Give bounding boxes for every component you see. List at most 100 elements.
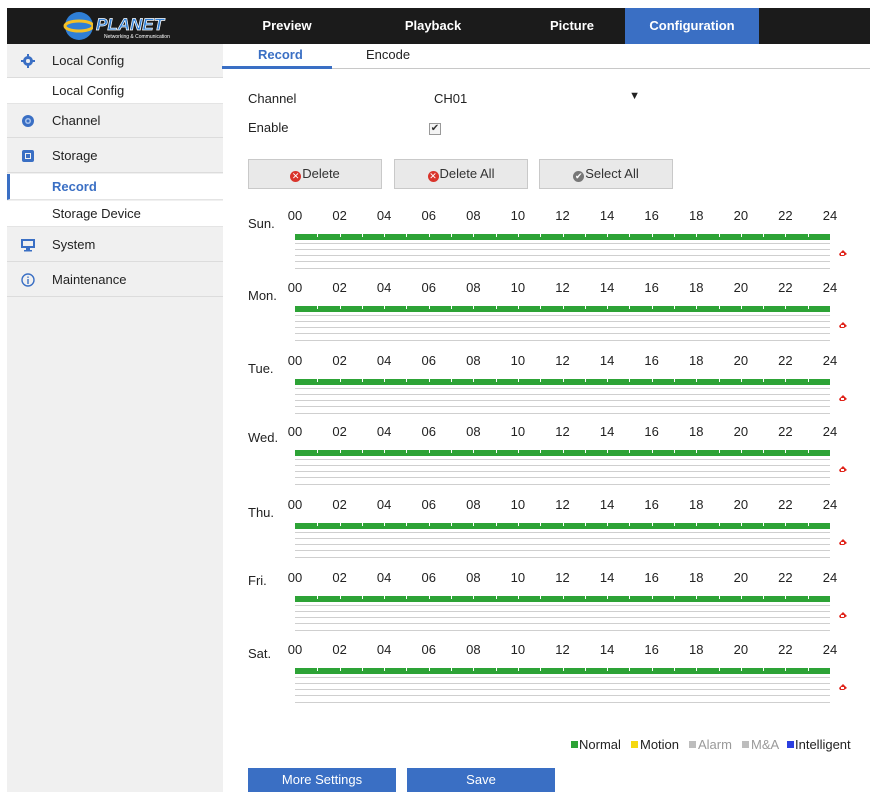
schedule-grid-line (295, 617, 830, 618)
schedule-hour-tick (540, 596, 542, 599)
schedule-hour-tick (495, 668, 497, 671)
select-all-button[interactable]: ✔ Select All (539, 159, 673, 189)
channel-select-value: CH01 (434, 91, 468, 106)
schedule-hour-tick (785, 523, 787, 526)
schedule-grid-line (295, 388, 830, 389)
schedule-hour-label: 06 (421, 280, 436, 295)
schedule-hour-tick (517, 234, 519, 237)
schedule-hour-label: 20 (733, 497, 749, 512)
schedule-hour-tick (763, 306, 765, 309)
eraser-icon[interactable] (838, 683, 848, 691)
schedule-hour-tick (317, 668, 319, 671)
eraser-icon[interactable] (838, 321, 848, 329)
tab-configuration[interactable]: Configuration (625, 8, 759, 44)
schedule-hour-tick (696, 668, 698, 671)
legend-alarm-swatch (689, 741, 696, 748)
schedule-hour-tick (406, 668, 408, 671)
more-settings-button[interactable]: More Settings (248, 768, 396, 792)
schedule-hour-tick (428, 596, 430, 599)
planet-logo: PLANET Networking & Communication (63, 12, 173, 40)
schedule-grid-line (295, 477, 830, 478)
schedule-hour-tick (361, 596, 363, 599)
schedule-hour-tick (540, 668, 542, 671)
sidebar-item-local-config[interactable]: Local Config (7, 44, 223, 78)
schedule-hour-tick (607, 596, 609, 599)
schedule-hour-label: 20 (733, 424, 749, 439)
schedule-hour-tick (562, 450, 564, 453)
tab-preview[interactable]: Preview (234, 8, 340, 44)
schedule-grid-line (295, 605, 830, 606)
sidebar-item-storage[interactable]: Storage (7, 139, 223, 173)
schedule-hour-label: 06 (421, 424, 436, 439)
schedule-hour-tick (651, 596, 653, 599)
subtab-encode[interactable]: Encode (366, 47, 410, 62)
schedule-hour-label: 16 (644, 280, 659, 295)
schedule-hour-label: 02 (332, 280, 347, 295)
schedule-day-label: Sat. (248, 646, 272, 661)
schedule-hour-tick (629, 234, 631, 237)
schedule-hour-tick (384, 668, 386, 671)
schedule-hour-tick (361, 668, 363, 671)
schedule-hour-tick (406, 450, 408, 453)
schedule-grid-line (295, 677, 830, 678)
sidebar-item-label: Storage (52, 148, 98, 163)
schedule-hour-label: 24 (822, 353, 838, 368)
eraser-icon[interactable] (838, 394, 848, 402)
schedule-hour-label: 12 (555, 424, 570, 439)
tab-playback[interactable]: Playback (380, 8, 486, 44)
sidebar-subitem-record[interactable]: Record (7, 174, 223, 200)
schedule-hour-label: 22 (778, 642, 793, 657)
schedule-hour-label: 22 (778, 280, 793, 295)
schedule-hour-tick (607, 523, 609, 526)
enable-checkbox[interactable]: ✔ (429, 123, 441, 135)
sidebar-item-maintenance[interactable]: Maintenance (7, 263, 223, 297)
save-button[interactable]: Save (407, 768, 555, 792)
sidebar-item-channel[interactable]: Channel (7, 104, 223, 138)
schedule-hour-tick (339, 596, 341, 599)
sidebar-item-label: Channel (52, 113, 101, 128)
schedule-hour-label: 22 (778, 353, 793, 368)
schedule-hour-tick (718, 379, 720, 382)
schedule-hour-label: 18 (689, 424, 704, 439)
legend-normal-label: Normal (579, 737, 621, 752)
schedule-hour-tick (384, 523, 386, 526)
schedule-day-label: Wed. (248, 430, 279, 445)
record-subtabs: Record Encode (222, 44, 870, 69)
eraser-icon[interactable] (838, 611, 848, 619)
schedule-hour-tick (807, 596, 809, 599)
schedule-hour-label: 14 (599, 570, 615, 585)
sidebar-subitem-storage-device[interactable]: Storage Device (7, 201, 223, 227)
subtab-record[interactable]: Record (258, 47, 303, 62)
schedule-hour-tick (361, 523, 363, 526)
schedule-hour-label: 08 (466, 570, 481, 585)
schedule-hour-tick (740, 379, 742, 382)
schedule-hour-label: 00 (287, 424, 303, 439)
schedule-hour-label: 10 (510, 424, 526, 439)
delete-icon: ✕ (290, 171, 302, 182)
schedule-day-label: Tue. (248, 361, 274, 376)
delete-all-button[interactable]: ✕ Delete All (394, 159, 528, 189)
schedule-hour-tick (807, 379, 809, 382)
schedule-hour-tick (540, 523, 542, 526)
delete-button[interactable]: ✕ Delete (248, 159, 382, 189)
eraser-icon[interactable] (838, 249, 848, 257)
sidebar-subitem-local-config[interactable]: Local Config (7, 78, 223, 104)
sidebar-item-system[interactable]: System (7, 228, 223, 262)
schedule-hour-label: 24 (822, 570, 838, 585)
schedule-hour-tick (406, 234, 408, 237)
schedule-hour-label: 24 (822, 208, 838, 223)
schedule-hour-tick (584, 306, 586, 309)
schedule-hour-tick (607, 450, 609, 453)
schedule-hour-tick (718, 306, 720, 309)
schedule-grid-line (295, 689, 830, 690)
schedule-hour-label: 00 (287, 497, 303, 512)
schedule-hour-label: 18 (689, 497, 704, 512)
schedule-day-label: Mon. (248, 288, 277, 303)
schedule-hour-tick (361, 234, 363, 237)
eraser-icon[interactable] (838, 465, 848, 473)
channel-select[interactable]: CH01 ▼ (428, 88, 648, 108)
tab-picture[interactable]: Picture (519, 8, 625, 44)
eraser-icon[interactable] (838, 538, 848, 546)
select-all-button-label: Select All (585, 166, 639, 181)
schedule-hour-label: 00 (287, 570, 303, 585)
